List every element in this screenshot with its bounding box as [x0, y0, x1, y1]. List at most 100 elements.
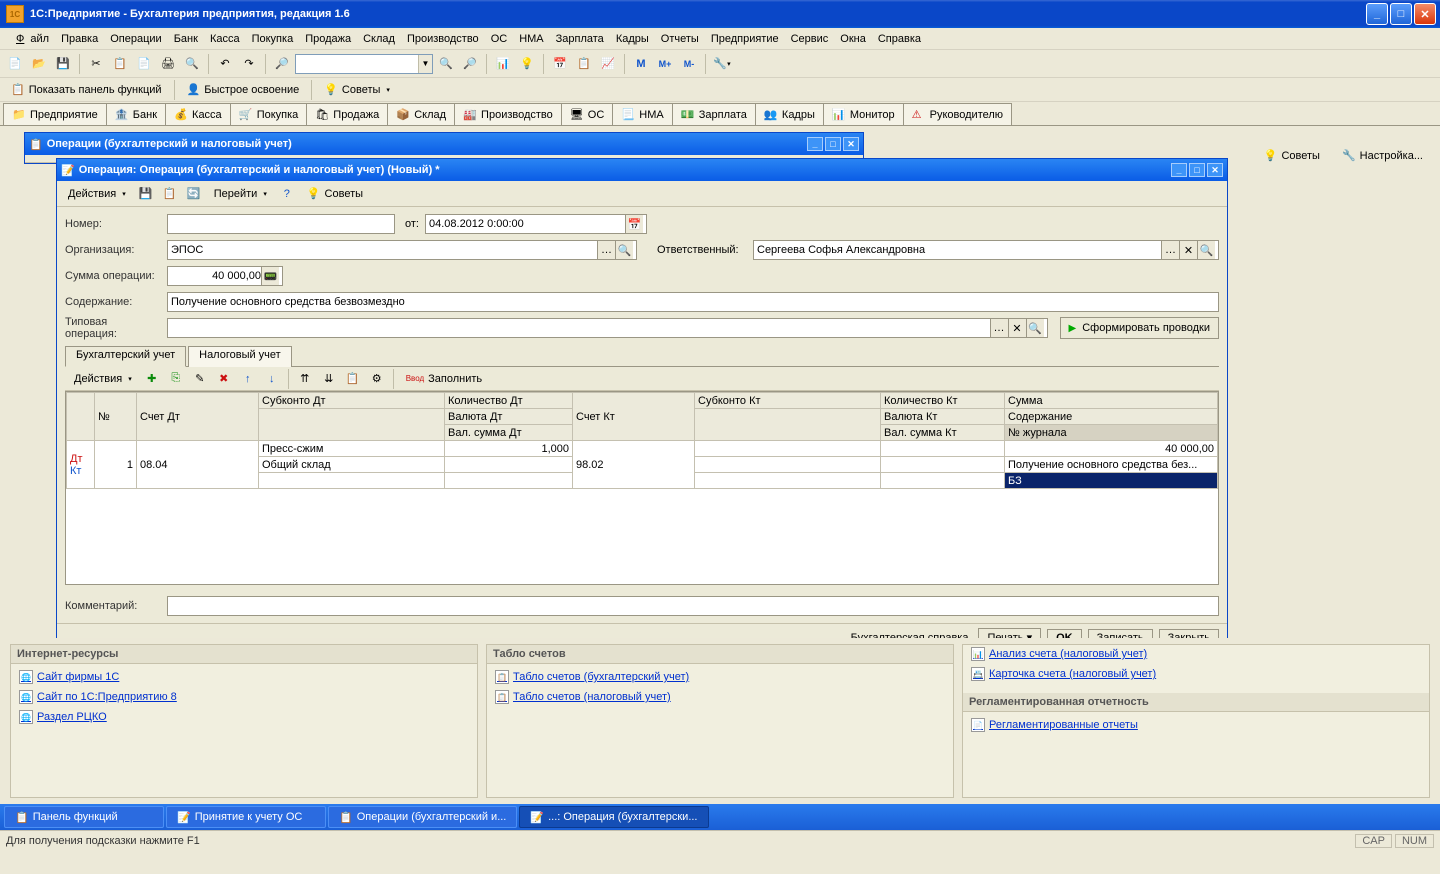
settings-icon[interactable]: ⚙ — [366, 368, 388, 390]
mdi-front-title[interactable]: 📝 Операция: Операция (бухгалтерский и на… — [57, 159, 1227, 181]
fill-button[interactable]: ВводЗаполнить — [399, 370, 489, 388]
menu-reports[interactable]: Отчеты — [655, 31, 705, 47]
save-icon[interactable]: 💾 — [135, 183, 157, 205]
menu-production[interactable]: Производство — [401, 31, 485, 47]
refresh-icon[interactable]: 🔄 — [183, 183, 205, 205]
menu-windows[interactable]: Окна — [834, 31, 872, 47]
paste-icon[interactable]: 📄 — [133, 53, 155, 75]
tab-purchase[interactable]: 🛒Покупка — [230, 103, 308, 125]
col-qty-dt[interactable]: Количество Дт — [445, 393, 573, 409]
m-plus-icon[interactable]: M+ — [654, 53, 676, 75]
copy-doc-icon[interactable]: 📋 — [159, 183, 181, 205]
link-1c8-site[interactable]: 🌐Сайт по 1С:Предприятию 8 — [19, 690, 469, 704]
tab-cash[interactable]: 💰Касса — [165, 103, 231, 125]
edit-row-icon[interactable]: ✎ — [189, 368, 211, 390]
menu-warehouse[interactable]: Склад — [357, 31, 401, 47]
tab-hr[interactable]: 👥Кадры — [755, 103, 824, 125]
task-operation-active[interactable]: 📝...: Операция (бухгалтерски... — [519, 806, 708, 828]
col-cur-kt[interactable]: Валюта Кт — [881, 409, 1005, 425]
col-content[interactable]: Содержание — [1005, 409, 1218, 425]
mdi-close-icon[interactable]: ✕ — [1207, 163, 1223, 177]
journal-cell-selected[interactable]: БЗ — [1005, 473, 1218, 489]
new-icon[interactable]: 📄 — [4, 53, 26, 75]
add-copy-icon[interactable]: ⎘ — [165, 368, 187, 390]
list-icon[interactable]: 📋 — [342, 368, 364, 390]
menu-operations[interactable]: Операции — [104, 31, 167, 47]
link-card[interactable]: 📇Карточка счета (налоговый учет) — [971, 667, 1421, 681]
tab-production[interactable]: 🏭Производство — [454, 103, 562, 125]
col-cur-dt[interactable]: Валюта Дт — [445, 409, 573, 425]
col-acc-dt[interactable]: Счет Дт — [137, 393, 259, 441]
mdi-back-title[interactable]: 📋 Операции (бухгалтерский и налоговый уч… — [25, 133, 863, 155]
menu-bank[interactable]: Банк — [168, 31, 204, 47]
menu-os[interactable]: ОС — [485, 31, 514, 47]
report-icon[interactable]: 📈 — [597, 53, 619, 75]
generate-button[interactable]: ▶ Сформировать проводки — [1060, 317, 1219, 339]
mdi-max-icon[interactable]: □ — [1189, 163, 1205, 177]
num-input[interactable] — [167, 214, 395, 234]
add-row-icon[interactable]: ✚ — [141, 368, 163, 390]
help-icon[interactable]: ? — [276, 183, 298, 205]
goto-menu[interactable]: Перейти▾ — [207, 185, 274, 203]
print-icon[interactable]: 🖨 — [157, 53, 179, 75]
undo-icon[interactable]: ↶ — [214, 53, 236, 75]
calc-icon[interactable]: 📟 — [261, 267, 279, 285]
menu-enterprise[interactable]: Предприятие — [705, 31, 785, 47]
col-qty-kt[interactable]: Количество Кт — [881, 393, 1005, 409]
minimize-button[interactable]: _ — [1366, 3, 1388, 25]
mdi-min-icon[interactable]: _ — [1171, 163, 1187, 177]
link-analysis[interactable]: 📊Анализ счета (налоговый учет) — [971, 647, 1421, 661]
redo-icon[interactable]: ↷ — [238, 53, 260, 75]
tab-bank[interactable]: 🏦Банк — [106, 103, 166, 125]
link-reports[interactable]: 📄Регламентированные отчеты — [971, 718, 1421, 732]
typical-input[interactable]: … ✕ 🔍 — [167, 318, 1048, 338]
mdi-min-icon[interactable]: _ — [807, 137, 823, 151]
date-input[interactable]: 04.08.2012 0:00:00 📅 — [425, 214, 647, 234]
col-sum[interactable]: Сумма — [1005, 393, 1218, 409]
tab-nma[interactable]: 📃НМА — [612, 103, 672, 125]
side-settings-button[interactable]: 🔧Настройка... — [1335, 146, 1430, 165]
link-tablo-tax[interactable]: 📋Табло счетов (налоговый учет) — [495, 690, 945, 704]
menu-help[interactable]: Справка — [872, 31, 927, 47]
col-valsum-dt[interactable]: Вал. сумма Дт — [445, 425, 573, 441]
mdi-max-icon[interactable]: □ — [825, 137, 841, 151]
tools-icon[interactable]: 🔧▾ — [711, 53, 733, 75]
tab-warehouse[interactable]: 📦Склад — [387, 103, 455, 125]
select-icon[interactable]: … — [990, 319, 1008, 337]
col-sub-kt[interactable]: Субконто Кт — [695, 393, 881, 409]
tab-tax[interactable]: Налоговый учет — [188, 346, 292, 367]
mdi-close-icon[interactable]: ✕ — [843, 137, 859, 151]
tab-salary[interactable]: 💵Зарплата — [672, 103, 756, 125]
maximize-button[interactable]: □ — [1390, 3, 1412, 25]
link-tablo-acc[interactable]: 📋Табло счетов (бухгалтерский учет) — [495, 670, 945, 684]
col-valsum-kt[interactable]: Вал. сумма Кт — [881, 425, 1005, 441]
copy-icon[interactable]: 📋 — [109, 53, 131, 75]
menu-salary[interactable]: Зарплата — [550, 31, 610, 47]
search-icon[interactable]: 🔍 — [615, 241, 633, 259]
resp-input[interactable]: Сергеева Софья Александровна … ✕ 🔍 — [753, 240, 1219, 260]
entries-grid[interactable]: № Счет Дт Субконто Дт Количество Дт Счет… — [65, 391, 1219, 585]
tab-enterprise[interactable]: 📁Предприятие — [3, 103, 107, 125]
select-icon[interactable]: … — [1161, 241, 1179, 259]
find-icon[interactable]: 🔍 — [435, 53, 457, 75]
delete-row-icon[interactable]: ✖ — [213, 368, 235, 390]
search-icon[interactable]: 🔍 — [1026, 319, 1044, 337]
close-button[interactable]: ✕ — [1414, 3, 1436, 25]
tab-manager[interactable]: ⚠Руководителю — [903, 103, 1012, 125]
save-icon[interactable]: 💾 — [52, 53, 74, 75]
tab-sale[interactable]: 🛍Продажа — [306, 103, 388, 125]
m-icon[interactable]: M — [630, 53, 652, 75]
move-up-icon[interactable]: ↑ — [237, 368, 259, 390]
tab-accounting[interactable]: Бухгалтерский учет — [65, 346, 186, 367]
side-tips-button[interactable]: 💡Советы — [1257, 146, 1327, 165]
task-accept-os[interactable]: 📝Принятие к учету ОС — [166, 806, 326, 828]
tool-icon[interactable]: 📋 — [573, 53, 595, 75]
content-input[interactable]: Получение основного средства безвозмездн… — [167, 292, 1219, 312]
comment-input[interactable] — [167, 596, 1219, 616]
menu-cash[interactable]: Касса — [204, 31, 246, 47]
calendar-icon[interactable]: 📅 — [625, 215, 643, 233]
m-minus-icon[interactable]: M- — [678, 53, 700, 75]
preview-icon[interactable]: 🔍 — [181, 53, 203, 75]
menu-purchase[interactable]: Покупка — [246, 31, 300, 47]
menu-hr[interactable]: Кадры — [610, 31, 655, 47]
